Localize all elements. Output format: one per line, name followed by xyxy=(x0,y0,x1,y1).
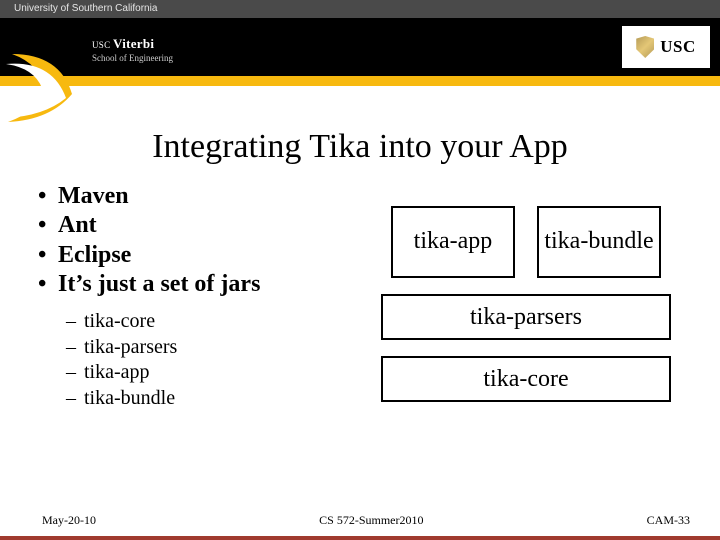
box-tika-core: tika-core xyxy=(381,356,671,402)
bullet-ant: Ant xyxy=(36,211,366,240)
footer-date: May-20-10 xyxy=(42,513,96,528)
body: Maven Ant Eclipse It’s just a set of jar… xyxy=(36,182,692,496)
slide-title: Integrating Tika into your App xyxy=(0,128,720,166)
bullet-maven: Maven xyxy=(36,182,366,211)
logo-area xyxy=(0,86,720,128)
viterbi-swoosh-icon xyxy=(0,50,78,128)
viterbi-wordmark: USC Viterbi School of Engineering xyxy=(92,36,173,63)
header-black-band: USC Viterbi School of Engineering USC xyxy=(0,18,720,76)
slide: University of Southern California USC Vi… xyxy=(0,0,720,540)
bullet-column: Maven Ant Eclipse It’s just a set of jar… xyxy=(36,182,366,496)
gold-bar xyxy=(0,76,720,86)
sub-bullets: tika-core tika-parsers tika-app tika-bun… xyxy=(36,309,366,411)
viterbi-line1: USC Viterbi xyxy=(92,36,173,52)
box-tika-bundle: tika-bundle xyxy=(537,206,661,278)
sub-tika-core: tika-core xyxy=(66,309,366,335)
diagram-row-top: tika-app tika-bundle xyxy=(376,206,676,278)
bullet-jars: It’s just a set of jars xyxy=(36,270,366,299)
footer-course: CS 572-Summer2010 xyxy=(319,513,423,528)
viterbi-line2: School of Engineering xyxy=(92,53,173,63)
box-tika-app: tika-app xyxy=(391,206,515,278)
university-name: University of Southern California xyxy=(14,3,157,14)
university-bar: University of Southern California xyxy=(0,0,720,18)
tika-diagram: tika-app tika-bundle tika-parsers tika-c… xyxy=(376,206,676,402)
sub-tika-app: tika-app xyxy=(66,360,366,386)
box-tika-parsers: tika-parsers xyxy=(381,294,671,340)
sub-tika-parsers: tika-parsers xyxy=(66,335,366,361)
diagram-column: tika-app tika-bundle tika-parsers tika-c… xyxy=(366,182,692,496)
bottom-accent-bar xyxy=(0,536,720,540)
footer: May-20-10 CS 572-Summer2010 CAM-33 xyxy=(0,513,720,528)
main-bullets: Maven Ant Eclipse It’s just a set of jar… xyxy=(36,182,366,299)
sub-tika-bundle: tika-bundle xyxy=(66,386,366,412)
footer-page: CAM-33 xyxy=(647,513,690,528)
usc-badge: USC xyxy=(622,26,710,68)
bullet-eclipse: Eclipse xyxy=(36,241,366,270)
usc-short: USC xyxy=(660,37,696,57)
shield-icon xyxy=(636,36,654,58)
